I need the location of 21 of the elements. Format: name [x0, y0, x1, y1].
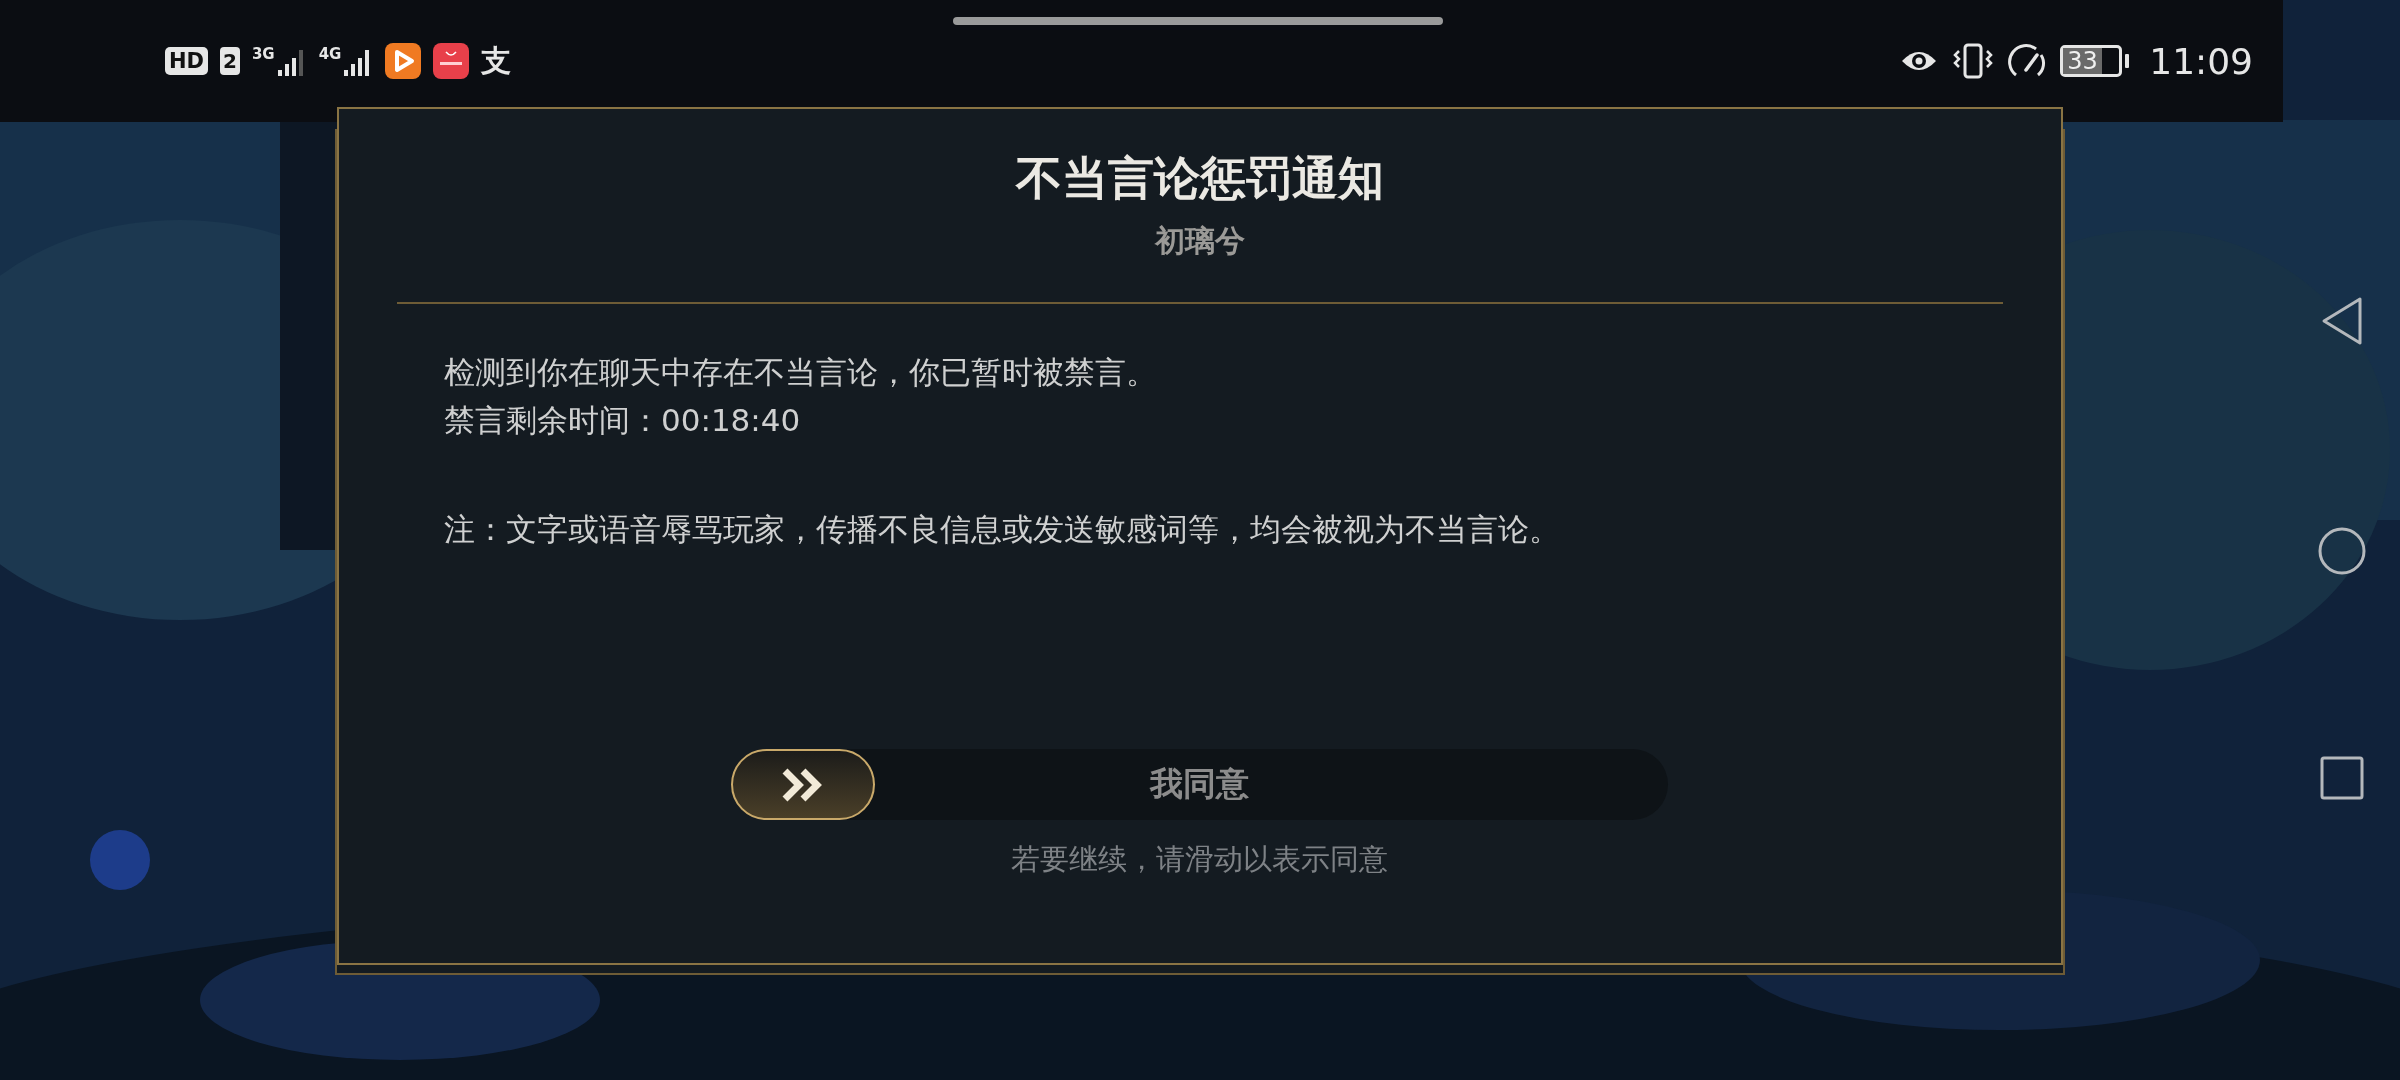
network-label: 4G: [318, 46, 342, 62]
player-name: 初璃兮: [1155, 222, 1245, 260]
home-icon[interactable]: [2316, 525, 2367, 576]
battery-level: 33: [2063, 48, 2102, 74]
dialog-title: 不当言论惩罚通知: [1016, 150, 1384, 207]
recents-icon[interactable]: [2319, 755, 2364, 800]
app-icon: [433, 43, 470, 79]
app-icon: [385, 43, 422, 79]
note-text: 注：文字或语音辱骂玩家，传播不良信息或发送敏感词等，均会被视为不当言论。: [444, 510, 1561, 549]
drag-handle[interactable]: [953, 17, 1443, 25]
notice-text: 禁言剩余时间：00:18:40: [444, 401, 802, 440]
payment-app-icon: 支: [481, 40, 512, 82]
hd-icon: HD: [165, 47, 208, 75]
slider-hint: 若要继续，请滑动以表示同意: [1010, 841, 1388, 878]
sim-icon: 2: [220, 47, 240, 75]
clock: 11:09: [2149, 40, 2253, 82]
network-label: 3G: [251, 46, 275, 62]
notice-text: 检测到你在聊天中存在不当言论，你已暂时被禁言。: [444, 353, 1158, 392]
slider-label: 我同意: [1149, 763, 1249, 805]
speed-gauge-icon: [2008, 43, 2047, 79]
vibrate-icon: [1952, 43, 1995, 79]
